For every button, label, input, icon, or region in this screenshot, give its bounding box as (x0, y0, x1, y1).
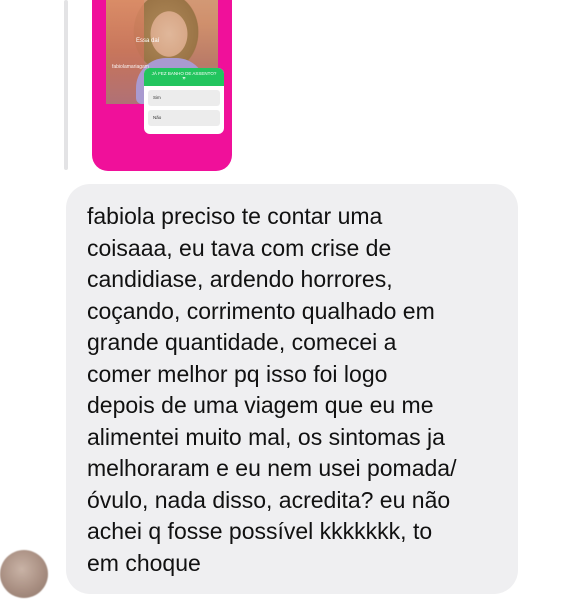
quote-icon: ” (182, 77, 186, 84)
story-caption: Essa daí (136, 38, 160, 44)
reply-thread-line (64, 0, 68, 170)
poll-header: JÁ FEZ BANHO DE ASSENTO? ” (144, 68, 224, 86)
poll-option-no: Não (148, 110, 220, 126)
message-text: fabiola preciso te contar uma coisaaa, e… (87, 203, 457, 576)
received-message-bubble[interactable]: fabiola preciso te contar uma coisaaa, e… (66, 184, 518, 594)
poll-option-yes: Sim (148, 90, 220, 106)
story-handle: fabiolamariagam (112, 64, 149, 70)
shared-story-card[interactable]: Essa daí fabiolamariagam JÁ FEZ BANHO DE… (92, 0, 232, 171)
story-poll: JÁ FEZ BANHO DE ASSENTO? ” Sim Não (144, 68, 224, 134)
poll-question: JÁ FEZ BANHO DE ASSENTO? (151, 71, 217, 76)
sender-avatar[interactable] (0, 550, 48, 598)
